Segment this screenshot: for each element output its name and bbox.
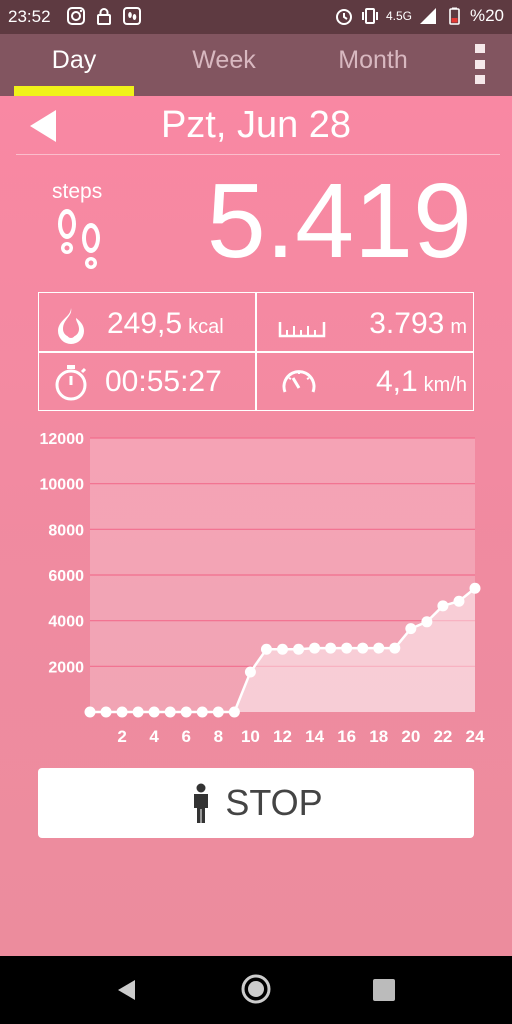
chart-data-point — [148, 706, 160, 718]
x-tick-label: 12 — [273, 727, 292, 746]
date-navigator: Pzt, Jun 28 — [0, 96, 512, 156]
tab-bar: Day Week Month — [0, 34, 512, 96]
y-tick-label: 12000 — [40, 431, 85, 448]
tab-day[interactable]: Day — [14, 46, 134, 75]
signal-icon — [418, 6, 438, 26]
y-tick-label: 10000 — [40, 477, 85, 494]
x-tick-label: 14 — [305, 727, 324, 746]
x-tick-label: 22 — [433, 727, 452, 746]
x-tick-label: 20 — [401, 727, 420, 746]
notification-icons — [66, 6, 142, 26]
x-tick-label: 16 — [337, 727, 356, 746]
chart-data-point — [405, 623, 417, 635]
divider — [16, 154, 500, 155]
recent-apps-icon[interactable] — [373, 979, 395, 1001]
chart-data-point — [277, 643, 288, 655]
distance-value: 3.793 — [369, 307, 445, 340]
tab-week[interactable]: Week — [164, 46, 284, 75]
chart-data-point — [132, 706, 144, 718]
main-content: Pzt, Jun 28 steps 5.419 249,5 kcal 3.793… — [0, 96, 512, 956]
y-tick-label: 6000 — [48, 568, 84, 585]
chart-data-point — [357, 642, 369, 654]
chart-data-point — [244, 666, 256, 678]
chart-data-point — [389, 642, 401, 654]
duration-value: 00:55:27 — [105, 365, 222, 398]
status-time: 23:52 — [8, 7, 51, 26]
chart-data-point — [164, 706, 176, 718]
stats-grid: 249,5 kcal 3.793 m 00:55:27 4,1 km/h — [38, 292, 474, 411]
chart-data-point — [453, 595, 465, 607]
battery-icon — [444, 6, 464, 26]
speedometer-icon — [279, 362, 319, 402]
calories-unit: kcal — [188, 316, 224, 338]
stop-button[interactable]: STOP — [38, 768, 474, 838]
instagram-icon — [66, 6, 86, 26]
chart-data-point — [100, 706, 112, 718]
status-bar: 23:52 4.5G %20 — [0, 0, 512, 34]
person-walking-icon — [194, 783, 209, 823]
chart-data-point — [309, 642, 321, 654]
calories-stat: 249,5 kcal — [51, 295, 251, 353]
x-tick-label: 4 — [149, 727, 159, 746]
current-date: Pzt, Jun 28 — [160, 104, 352, 146]
x-tick-label: 18 — [369, 727, 388, 746]
back-nav-icon[interactable] — [115, 978, 139, 1002]
overflow-menu-icon[interactable] — [472, 44, 488, 84]
tab-month[interactable]: Month — [313, 46, 433, 75]
y-tick-label: 4000 — [48, 614, 84, 631]
x-tick-label: 6 — [182, 727, 191, 746]
chart-data-point — [260, 643, 272, 655]
navigation-bar — [0, 956, 512, 1024]
chart-data-point — [341, 642, 353, 654]
stop-button-label: STOP — [225, 782, 323, 823]
home-nav-icon[interactable] — [240, 973, 272, 1005]
y-tick-label: 8000 — [48, 522, 84, 539]
chart-data-point — [469, 582, 481, 594]
chart-data-point — [373, 642, 385, 654]
system-icons: 4.5G %20 — [334, 6, 504, 26]
footprints-icon — [58, 209, 100, 269]
distance-unit: m — [450, 316, 467, 338]
chart-data-point — [325, 642, 337, 654]
x-tick-label: 10 — [241, 727, 260, 746]
speed-stat: 4,1 km/h — [267, 353, 467, 411]
chart-svg: 200040006000800010000120002 4 6 8 10 12 14 16 18… — [40, 431, 485, 746]
chart-data-point — [84, 706, 96, 718]
x-tick-label: 2 — [117, 727, 126, 746]
y-tick-label: 2000 — [48, 659, 84, 676]
alarm-icon — [334, 6, 354, 26]
flame-icon — [51, 304, 91, 344]
stopwatch-icon — [51, 362, 91, 402]
calories-value: 249,5 — [107, 307, 183, 340]
distance-stat: 3.793 m — [267, 295, 467, 353]
chart-data-point — [212, 706, 224, 718]
chart-data-point — [196, 706, 208, 718]
chart-data-point — [437, 600, 449, 612]
x-tick-label: 8 — [214, 727, 223, 746]
vibrate-icon — [360, 6, 380, 26]
chart-data-point — [228, 706, 240, 718]
chart-data-point — [293, 643, 305, 655]
battery-percent: %20 — [469, 6, 504, 25]
hourly-steps-chart: 2000 4000 6000 8000 10000 12000 2 4 6 8 10 12 14 16 18… — [0, 426, 512, 756]
chart-data-point — [116, 706, 128, 718]
speed-unit: km/h — [423, 374, 467, 396]
lock-icon — [94, 6, 114, 26]
duration-stat: 00:55:27 — [51, 353, 251, 411]
chart-data-point — [421, 616, 433, 628]
network-type: 4.5G — [385, 9, 412, 23]
speed-value: 4,1 — [375, 365, 418, 398]
chart-data-point — [180, 706, 192, 718]
steps-label: steps — [52, 180, 103, 203]
step-count: 5.419 — [206, 162, 472, 280]
ruler-icon — [277, 304, 327, 344]
active-tab-indicator — [14, 86, 134, 96]
x-tick-label: 24 — [466, 727, 485, 746]
pedometer-app-icon — [122, 6, 142, 26]
